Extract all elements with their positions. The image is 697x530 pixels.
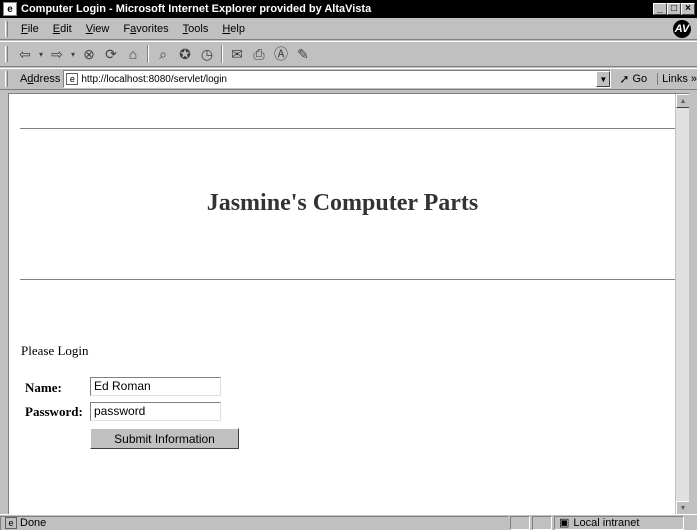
home-icon[interactable]: ⌂ (122, 44, 144, 64)
toolbar-grip (5, 46, 8, 62)
password-label: Password: (25, 404, 83, 419)
login-prompt: Please Login (21, 343, 89, 358)
divider (20, 128, 676, 130)
window-title: Computer Login - Microsoft Internet Expl… (21, 3, 372, 15)
address-label: Address (19, 73, 61, 85)
name-field[interactable]: Ed Roman (90, 377, 221, 396)
address-input[interactable]: e http://localhost:8080/servlet/login ▼ (63, 70, 612, 88)
mail-icon[interactable]: ✉ (226, 44, 248, 64)
page-icon: e (5, 517, 17, 529)
print-icon[interactable]: ⎙ (248, 44, 270, 64)
maximize-button[interactable]: □ (667, 3, 681, 15)
refresh-icon[interactable]: ⟳ (100, 44, 122, 64)
menu-file[interactable]: File (14, 23, 46, 35)
links-button[interactable]: Links » (657, 73, 697, 85)
edit-icon[interactable]: ✎ (292, 44, 314, 64)
menu-help[interactable]: Help (215, 23, 252, 35)
go-button[interactable]: ➚ Go (619, 72, 647, 86)
scroll-up-button[interactable]: ▲ (676, 94, 689, 108)
menu-bar: File Edit View Favorites Tools Help AV (0, 18, 697, 40)
status-main: e Done (0, 515, 508, 530)
altavista-logo-icon: AV (673, 20, 691, 38)
vertical-scrollbar[interactable]: ▲ ▼ (675, 94, 689, 514)
title-bar: e Computer Login - Microsoft Internet Ex… (0, 0, 697, 18)
ie-icon: e (3, 2, 17, 16)
divider (20, 279, 676, 281)
page-viewport: Jasmine's Computer Parts Please Login Na… (8, 93, 689, 514)
page-icon: e (66, 73, 79, 85)
minimize-button[interactable]: _ (653, 3, 667, 15)
address-bar: Address e http://localhost:8080/servlet/… (0, 68, 697, 90)
menu-edit[interactable]: Edit (46, 23, 79, 35)
page-heading: Jasmine's Computer Parts (206, 190, 479, 216)
submit-button[interactable]: Submit Information (90, 428, 239, 449)
menu-view[interactable]: View (79, 23, 117, 35)
favorites-icon[interactable]: ✪ (174, 44, 196, 64)
menu-favorites[interactable]: Favorites (116, 23, 175, 35)
address-url[interactable]: http://localhost:8080/servlet/login (81, 74, 596, 85)
zone-text: Local intranet (573, 516, 640, 529)
altavista-icon[interactable]: Ⓐ (270, 44, 292, 64)
dropdown-arrow-icon[interactable]: ▾ (68, 44, 78, 64)
zone-panel: ▣ Local intranet (554, 515, 684, 530)
standard-toolbar: ⇦ ▾ ⇨ ▾ ⊗ ⟳ ⌂ ⌕ ✪ ◷ ✉ ⎙ Ⓐ ✎ (0, 41, 697, 67)
toolbar-grip (5, 20, 8, 37)
search-icon[interactable]: ⌕ (152, 44, 174, 64)
address-dropdown-button[interactable]: ▼ (596, 71, 611, 87)
menu-tools[interactable]: Tools (176, 23, 216, 35)
go-arrow-icon: ➚ (619, 72, 630, 86)
toolbar-grip (5, 71, 8, 87)
history-icon[interactable]: ◷ (196, 44, 218, 64)
scroll-down-button[interactable]: ▼ (676, 501, 689, 514)
stop-icon[interactable]: ⊗ (78, 44, 100, 64)
close-button[interactable]: × (681, 3, 695, 15)
password-field[interactable]: password (90, 402, 221, 421)
status-bar: e Done ▣ Local intranet (0, 514, 697, 530)
status-text: Done (20, 517, 47, 529)
forward-icon[interactable]: ⇨ (46, 44, 68, 64)
dropdown-arrow-icon[interactable]: ▾ (36, 44, 46, 64)
intranet-icon: ▣ (559, 517, 570, 529)
back-icon[interactable]: ⇦ (14, 44, 36, 64)
name-label: Name: (25, 380, 62, 395)
